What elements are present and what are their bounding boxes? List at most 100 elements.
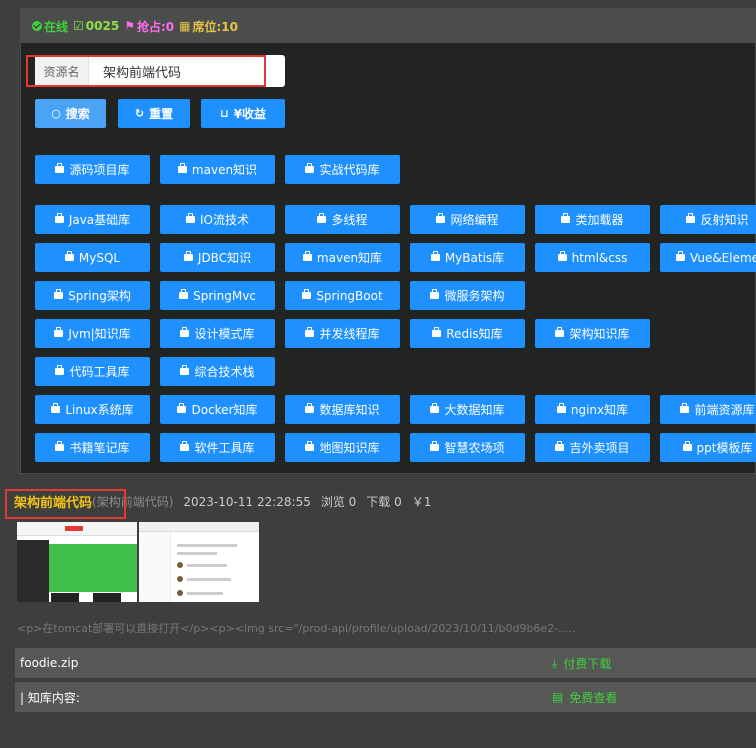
category-button[interactable]: ppt模板库 [660, 433, 756, 462]
bag-icon [302, 289, 312, 299]
category-button[interactable]: 并发线程库 [285, 319, 400, 348]
edit-icon: ☑ [73, 19, 84, 33]
grab-label: 抢占:0 [136, 19, 175, 34]
category-button[interactable]: 微服务架构 [410, 281, 525, 310]
seat-status: ▦ 席位:10 [179, 18, 238, 35]
category-button[interactable]: 数据库知识 [285, 395, 400, 424]
category-label: 吉外卖项目 [569, 441, 630, 455]
bag-icon [54, 213, 64, 223]
bag-icon [556, 403, 566, 413]
search-button[interactable]: ○ 搜索 [35, 99, 106, 128]
bag-icon [64, 251, 74, 261]
category-button[interactable]: SpringMvc [160, 281, 275, 310]
category-button[interactable]: 大数据知库 [410, 395, 525, 424]
search-label: 资源名 [35, 55, 89, 87]
grid-icon: ▦ [179, 19, 191, 33]
category-button[interactable]: 代码工具库 [35, 357, 150, 386]
category-button[interactable]: JDBC知识 [160, 243, 275, 272]
bag-icon [54, 289, 64, 299]
bag-icon [51, 403, 61, 413]
category-button[interactable]: maven知识 [160, 155, 275, 184]
bag-icon [305, 403, 315, 413]
resource-title-row: 架构前端代码 (架构前端代码) 2023-10-11 22:28:55 浏览 0… [14, 492, 431, 512]
category-label: 多线程 [331, 213, 368, 227]
free-view-link[interactable]: ▤ 免费查看 [552, 689, 617, 706]
category-label: 类加载器 [575, 213, 624, 227]
category-button[interactable]: Vue&Eleme [660, 243, 756, 272]
thumbnail-2[interactable] [139, 522, 259, 602]
category-label: 源码项目库 [69, 163, 130, 177]
category-button[interactable]: 源码项目库 [35, 155, 150, 184]
bag-icon [432, 327, 442, 337]
resource-title[interactable]: 架构前端代码 [14, 492, 92, 511]
bag-icon [561, 213, 571, 223]
bag-icon [302, 251, 312, 261]
bag-icon [436, 213, 446, 223]
search-box[interactable]: 资源名 架构前端代码 [35, 55, 285, 87]
category-button[interactable]: 综合技术栈 [160, 357, 275, 386]
category-button[interactable]: 多线程 [285, 205, 400, 234]
category-label: Redis知库 [446, 327, 503, 341]
category-button[interactable]: 类加载器 [535, 205, 650, 234]
category-button[interactable]: maven知库 [285, 243, 400, 272]
category-button[interactable]: 反射知识 [660, 205, 756, 234]
category-button[interactable]: 智慧农场项 [410, 433, 525, 462]
thumbnail-1[interactable] [17, 522, 137, 602]
category-button[interactable]: 设计模式库 [160, 319, 275, 348]
category-button[interactable]: Linux系统库 [35, 395, 150, 424]
category-button[interactable]: html&css [535, 243, 650, 272]
category-button[interactable]: IO流技术 [160, 205, 275, 234]
file-name: foodie.zip [20, 656, 79, 670]
category-button[interactable]: 吉外卖项目 [535, 433, 650, 462]
category-button[interactable]: 书籍笔记库 [35, 433, 150, 462]
category-label: nginx知库 [570, 403, 629, 417]
search-button-label: 搜索 [65, 107, 90, 121]
income-button-label: ¥收益 [233, 107, 267, 121]
search-input[interactable]: 架构前端代码 [89, 62, 181, 81]
category-button[interactable]: SpringBoot [285, 281, 400, 310]
category-button[interactable]: nginx知库 [535, 395, 650, 424]
category-label: 地图知识库 [319, 441, 380, 455]
category-label: 代码工具库 [69, 365, 130, 379]
content-row: | 知库内容: ▤ 免费查看 [15, 682, 756, 712]
category-button[interactable]: 架构知识库 [535, 319, 650, 348]
category-button[interactable]: 地图知识库 [285, 433, 400, 462]
category-button[interactable]: Jvm|知识库 [35, 319, 150, 348]
category-button[interactable]: MyBatis库 [410, 243, 525, 272]
category-label: Docker知库 [191, 403, 258, 417]
bag-icon [686, 213, 696, 223]
resource-downloads: 下载 0 [366, 495, 402, 509]
search-icon: ○ [51, 107, 61, 120]
category-label: 大数据知库 [444, 403, 505, 417]
category-label: 架构知识库 [569, 327, 630, 341]
category-button[interactable]: Spring架构 [35, 281, 150, 310]
resource-description: <p>在tomcat部署可以直接打开</p><p><img src="/prod… [17, 622, 576, 635]
category-button[interactable]: MySQL [35, 243, 150, 272]
category-label: 微服务架构 [444, 289, 505, 303]
bag-icon [680, 403, 690, 413]
bag-icon [183, 251, 193, 261]
bag-icon [555, 327, 565, 337]
refresh-icon: ↻ [134, 107, 145, 120]
category-button[interactable]: Java基础库 [35, 205, 150, 234]
bag-icon: ⊔ [219, 107, 229, 120]
book-icon: ▤ [552, 690, 564, 704]
online-label: 在线 [44, 19, 69, 34]
reset-button[interactable]: ↻ 重置 [118, 99, 190, 128]
income-button[interactable]: ⊔ ¥收益 [201, 99, 285, 128]
bag-icon [430, 441, 440, 451]
category-label: 智慧农场项 [444, 441, 505, 455]
category-button[interactable]: 前端资源库 [660, 395, 756, 424]
download-icon: ⤓ [552, 655, 558, 670]
category-button[interactable]: 实战代码库 [285, 155, 400, 184]
category-button[interactable]: 网络编程 [410, 205, 525, 234]
bag-icon [55, 163, 65, 173]
bag-icon [430, 403, 440, 413]
category-button[interactable]: Docker知库 [160, 395, 275, 424]
resource-datetime: 2023-10-11 22:28:55 [183, 494, 311, 509]
category-button[interactable]: 软件工具库 [160, 433, 275, 462]
category-button[interactable]: Redis知库 [410, 319, 525, 348]
paid-download-link[interactable]: ⤓ 付费下载 [552, 655, 611, 672]
category-label: 实战代码库 [319, 163, 380, 177]
bag-icon [180, 327, 190, 337]
